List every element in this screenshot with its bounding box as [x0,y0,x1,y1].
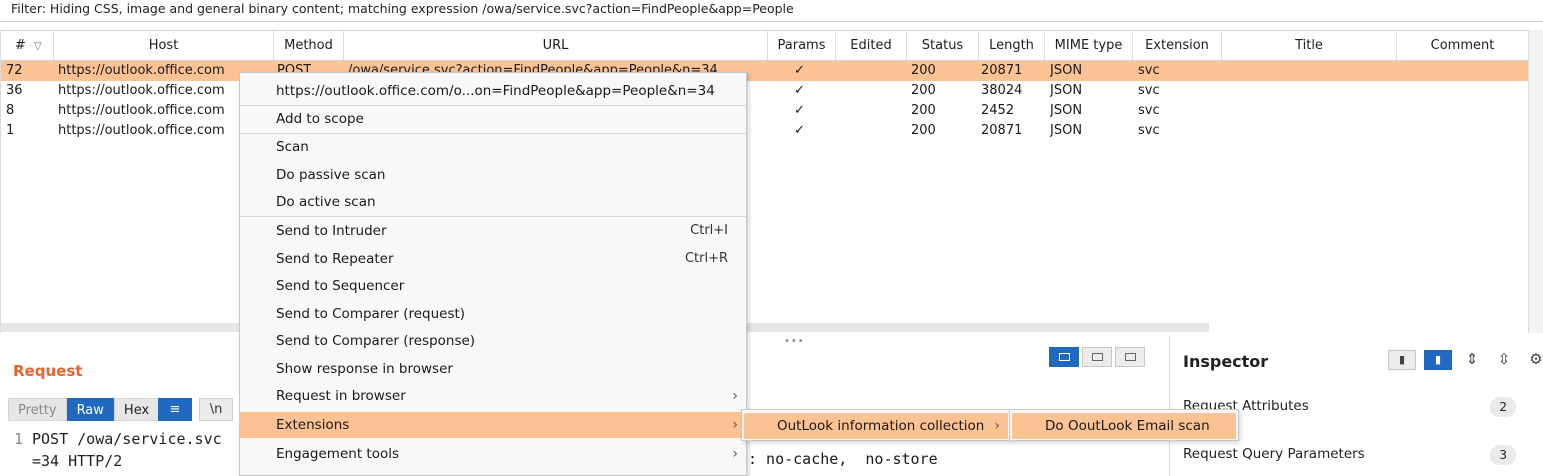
menu-item-do-outlook-scan[interactable]: Do OoutLook Email scan [1012,413,1236,439]
col-mime[interactable]: MIME type [1045,31,1133,60]
single-layout-button[interactable] [1115,347,1145,367]
response-text: : no-cache, no-store [748,450,938,468]
col-params[interactable]: Params [768,31,836,60]
inspector-title: Inspector [1183,352,1269,371]
stacked-layout-button[interactable] [1082,347,1112,367]
filter-bar[interactable]: Filter: Hiding CSS, image and general bi… [0,0,1543,22]
expand-icon: ⇕ [1465,350,1479,368]
count-badge: 2 [1490,397,1516,417]
inspector-panel: Inspector ▮ ▮ ⇕ ⇳ ⚙ Request Attributes 2… [1169,336,1543,476]
filter-text: Filter: Hiding CSS, image and general bi… [11,1,794,16]
rows-icon [1092,353,1103,361]
menu-item-url[interactable]: https://outlook.office.com/o...on=FindPe… [240,78,746,104]
inspector-right-layout-button[interactable]: ▮ [1424,350,1452,370]
gear-icon: ⚙ [1529,350,1543,368]
menu-item-scan[interactable]: Scan [240,134,746,160]
table-row[interactable]: 1 https://outlook.office.com ✓ 200 20871… [1,121,1543,141]
col-length[interactable]: Length [979,31,1045,60]
menu-item-show-response[interactable]: Show response in browser [240,356,746,382]
col-status[interactable]: Status [907,31,979,60]
inspector-settings-button[interactable]: ⚙ [1524,350,1543,370]
col-host[interactable]: Host [54,31,274,60]
col-method[interactable]: Method [274,31,344,60]
menu-item-request-in-browser[interactable]: Request in browser › [240,383,746,409]
tab-raw[interactable]: Raw [66,398,114,421]
panel-right-icon: ▮ [1434,353,1442,366]
extensions-submenu: OutLook information collection › [741,409,1011,441]
collapse-icon: ⇳ [1497,350,1511,368]
wrap-icon: ≡ [169,402,181,417]
code-line: =34 HTTP/2 [32,452,123,470]
table-row[interactable]: 8 https://outlook.office.com ✓ 200 2452 … [1,101,1543,121]
table-header: # ▽ Host Method URL Params Edited Status… [1,31,1543,61]
chevron-right-icon: › [732,446,738,462]
side-by-side-layout-button[interactable] [1049,347,1079,367]
menu-item-send-sequencer[interactable]: Send to Sequencer [240,273,746,299]
chevron-right-icon: › [732,417,738,433]
context-menu: https://outlook.office.com/o...on=FindPe… [239,72,747,476]
inspector-toolbar: ▮ ▮ ⇕ ⇳ ⚙ [1388,350,1543,370]
inspector-section-query-parameters[interactable]: Request Query Parameters 3 [1183,445,1528,465]
menu-item-add-to-scope[interactable]: Add to scope [240,106,746,132]
menu-item-outlook-collection[interactable]: OutLook information collection › [744,413,1008,439]
tab-pretty[interactable]: Pretty [8,398,67,421]
menu-separator [240,216,746,217]
line-number: 1 [14,430,24,448]
shortcut-label: Ctrl+I [690,223,728,238]
menu-item-extensions[interactable]: Extensions › [240,412,746,438]
vertical-scrollbar[interactable] [1528,30,1543,333]
show-newlines-button[interactable]: \n [199,398,233,421]
window-icon [1125,353,1136,361]
col-comment[interactable]: Comment [1397,31,1529,60]
menu-item-send-repeater[interactable]: Send to Repeater Ctrl+R [240,246,746,272]
count-badge: 3 [1490,445,1516,465]
columns-icon [1059,353,1070,361]
layout-buttons [1049,347,1148,367]
collapse-all-button[interactable]: ⇳ [1492,350,1516,370]
chevron-right-icon: › [732,388,738,404]
menu-item-send-comparer-response[interactable]: Send to Comparer (response) [240,328,746,354]
outlook-submenu: Do OoutLook Email scan [1009,409,1239,441]
menu-item-passive-scan[interactable]: Do passive scan [240,162,746,188]
menu-item-send-intruder[interactable]: Send to Intruder Ctrl+I [240,218,746,244]
proxy-history-table: # ▽ Host Method URL Params Edited Status… [0,30,1543,333]
table-row[interactable]: 72 https://outlook.office.com POST /owa/… [1,61,1543,81]
panel-left-icon: ▮ [1398,353,1406,366]
table-row[interactable]: 36 https://outlook.office.com ✓ 200 3802… [1,81,1543,101]
shortcut-label: Ctrl+R [684,251,728,266]
chevron-down-icon: ▽ [34,41,42,52]
chevron-right-icon: › [994,418,1000,434]
inspector-left-layout-button[interactable]: ▮ [1388,350,1416,370]
menu-item-engagement-tools[interactable]: Engagement tools › [240,441,746,467]
request-title: Request [13,362,83,380]
request-view-tabs: Pretty Raw Hex [8,398,160,421]
col-url[interactable]: URL [344,31,768,60]
menu-item-send-comparer-request[interactable]: Send to Comparer (request) [240,301,746,327]
wrap-lines-button[interactable]: ≡ [158,398,192,421]
col-title[interactable]: Title [1222,31,1397,60]
col-extension[interactable]: Extension [1133,31,1222,60]
col-number[interactable]: # ▽ [1,31,54,60]
code-line: POST /owa/service.svc [32,430,222,448]
expand-all-button[interactable]: ⇕ [1460,350,1484,370]
menu-item-active-scan[interactable]: Do active scan [240,189,746,215]
tab-hex[interactable]: Hex [113,398,160,421]
col-edited[interactable]: Edited [836,31,907,60]
